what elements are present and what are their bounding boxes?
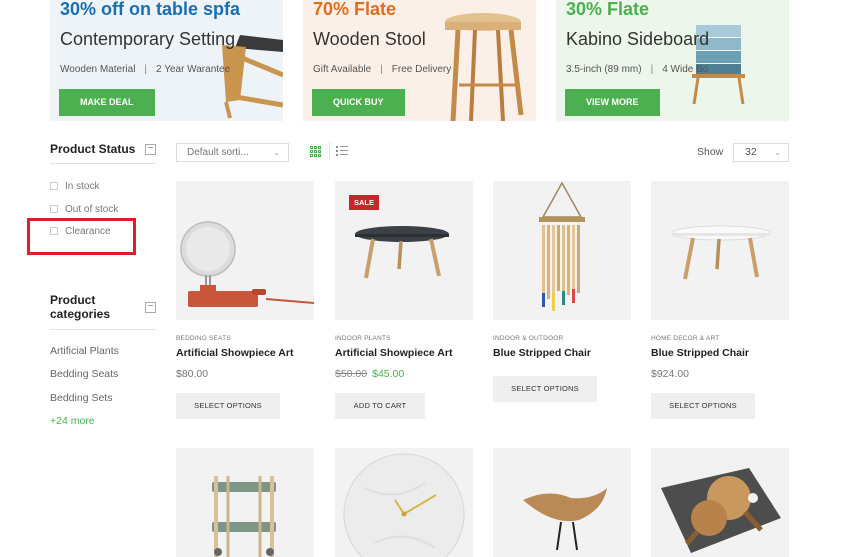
banner-meta-item: Free Delivery [391,64,452,75]
banner-meta: Wooden Material | 2 Year Warantee [60,64,230,75]
sale-price: $45.00 [372,368,405,380]
grid-cell [314,146,317,149]
product-image[interactable] [651,448,789,557]
add-to-cart-button[interactable]: ADD TO CART [335,393,425,419]
divider [329,143,330,160]
banner-title: Wooden Stool [313,29,426,49]
product-image[interactable] [493,181,631,320]
banner-meta-item: 4 Wide Bo [662,64,709,75]
checkbox-icon [50,205,58,213]
meta-separator: | [650,64,654,75]
banner-discount: 70% Flate [313,0,397,19]
view-more-button[interactable]: VIEW MORE [565,89,660,116]
product-name[interactable]: Artificial Showpiece Art [176,347,293,359]
collapse-status-toggle[interactable]: − [145,144,156,155]
grid-cell [318,154,321,157]
make-deal-button[interactable]: MAKE DEAL [59,89,155,116]
product-price: $80.00 [176,368,209,380]
meta-separator: | [380,64,383,75]
product-image[interactable] [176,181,314,320]
sort-value: Default sorti... [187,147,249,158]
grid-cell [310,154,313,157]
paddle-set-image [661,468,781,553]
trolley-cart-image [212,476,276,557]
list-line [336,154,348,156]
select-options-button[interactable]: SELECT OPTIONS [176,393,280,419]
old-price: $50.00 [335,368,368,380]
promo-banner-1: 30% off on table spfa Contemporary Setti… [50,0,283,121]
heading-line: categories [50,307,111,321]
wall-clock-image [343,453,465,557]
meta-separator: | [144,64,148,75]
sort-dropdown[interactable]: Default sorti... ⌄ [176,143,289,162]
category-link[interactable]: Bedding Seats [50,368,118,380]
banner-meta-item: Wooden Material [60,64,136,75]
banner-meta: 3.5-inch (89 mm) | 4 Wide Bo [566,64,708,75]
product-name[interactable]: Blue Stripped Chair [493,347,591,359]
filter-in-stock[interactable]: In stock [50,179,99,193]
divider [50,329,156,330]
product-name[interactable]: Blue Stripped Chair [651,347,749,359]
product-category[interactable]: INDOOR & OUTDOOR [493,335,563,342]
filter-out-of-stock[interactable]: Out of stock [50,202,118,216]
grid-cell [318,150,321,153]
filter-label: Out of stock [65,203,119,215]
category-link[interactable]: Bedding Sets [50,392,112,404]
chevron-down-icon: ⌄ [774,148,781,157]
product-image[interactable] [651,181,789,320]
more-categories-link[interactable]: +24 more [50,415,95,427]
category-link[interactable]: Artificial Plants [50,345,119,357]
product-category[interactable]: INDOOR PLANTS [335,335,391,342]
checkbox-icon [50,182,58,190]
lamp-image [180,221,314,307]
collapse-categories-toggle[interactable]: − [145,302,156,313]
product-name[interactable]: Artificial Showpiece Art [335,347,452,359]
promo-banner-3: 30% Flate Kabino Sideboard 3.5-inch (89 … [556,0,789,121]
promo-banner-2: 70% Flate Wooden Stool Gift Available | Fr… [303,0,536,121]
banner-title: Contemporary Setting [60,29,236,49]
highlight-box [27,218,136,255]
bird-figure-image [523,488,607,551]
banner-title: Kabino Sideboard [566,29,710,49]
select-options-button[interactable]: SELECT OPTIONS [651,393,755,419]
product-image[interactable] [493,448,631,557]
per-page-dropdown[interactable]: 32 ⌄ [733,143,789,162]
select-options-button[interactable]: SELECT OPTIONS [493,376,597,402]
product-image[interactable] [335,448,473,557]
product-category[interactable]: HOME DECOR & ART [651,335,719,342]
wind-chime-image [539,181,585,311]
banner-meta-item: Gift Available [313,64,372,75]
quick-buy-button[interactable]: QUICK BUY [312,89,405,116]
heading-line: Product [50,293,96,307]
product-image[interactable] [176,448,314,557]
list-view-icon[interactable] [336,146,348,157]
banner-meta: Gift Available | Free Delivery [313,64,451,75]
per-page-value: 32 [745,146,757,158]
banner-discount: 30% off on table spfa [60,0,241,19]
product-status-heading: Product Status [50,142,136,156]
product-price: $924.00 [651,368,689,380]
product-price: $50.00 $45.00 [335,368,404,380]
banner-meta-item: 2 Year Warantee [156,64,231,75]
product-category[interactable]: BEDDING SEATS [176,335,231,342]
grid-cell [310,146,313,149]
banner-discount: 30% Flate [566,0,650,19]
grid-cell [318,146,321,149]
grid-view-icon[interactable] [310,146,321,157]
show-label: Show [697,146,724,158]
white-table-image [671,225,771,280]
divider [50,163,156,164]
grid-cell [314,154,317,157]
grid-cell [314,150,317,153]
filter-label: In stock [65,180,100,192]
chevron-down-icon: ⌄ [273,148,280,157]
grid-cell [310,150,313,153]
product-image[interactable]: SALE [335,181,473,320]
sale-badge: SALE [349,195,380,210]
list-line [336,150,348,152]
list-line [336,146,348,148]
banner-meta-item: 3.5-inch (89 mm) [566,64,642,75]
product-categories-heading: Product categories [50,293,110,321]
